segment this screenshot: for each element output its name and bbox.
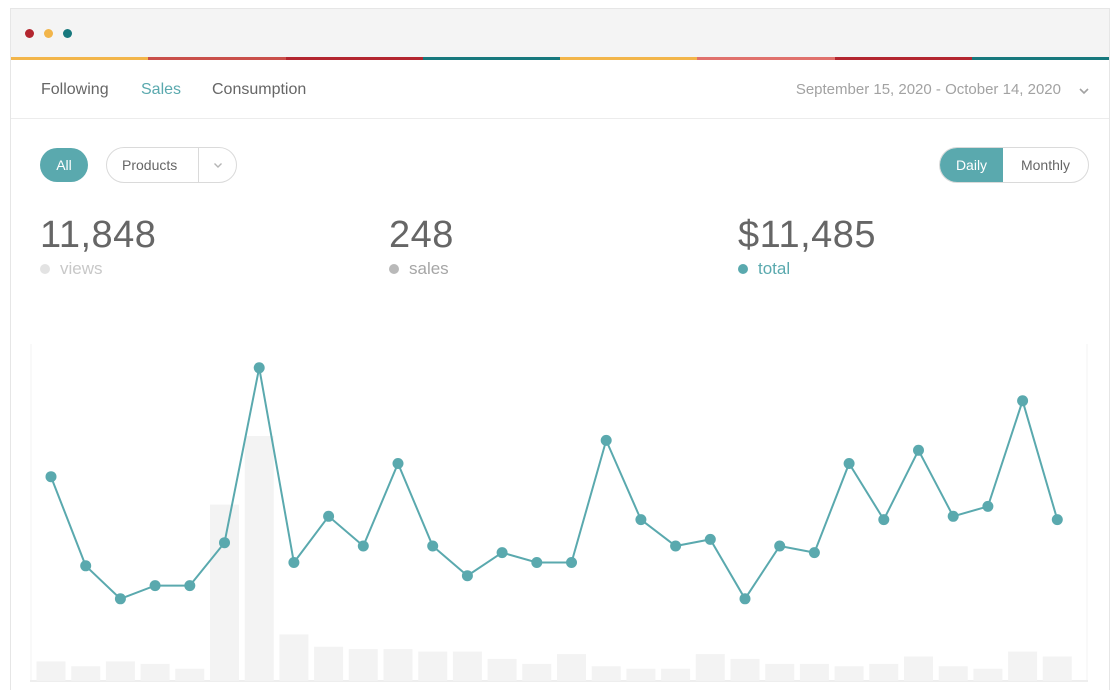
views-bar — [452, 651, 482, 681]
views-legend-dot — [40, 264, 50, 274]
data-point — [80, 560, 92, 572]
data-point — [739, 593, 751, 605]
views-bar — [36, 661, 66, 681]
tab-following[interactable]: Following — [41, 81, 109, 99]
data-point — [982, 500, 994, 512]
data-point — [461, 570, 473, 582]
date-range-picker[interactable]: September 15, 2020 - October 14, 2020 — [796, 81, 1061, 98]
data-point — [427, 540, 439, 552]
views-bar — [557, 654, 586, 681]
data-point — [392, 458, 404, 469]
total-line — [50, 367, 1059, 601]
views-bar — [904, 656, 933, 681]
total-value: $11,485 — [738, 214, 877, 256]
views-label: views — [60, 259, 103, 278]
data-point — [566, 557, 577, 568]
views-stat: 11,848 views — [40, 213, 156, 279]
sales-chart — [30, 344, 1088, 682]
views-bar — [244, 436, 274, 681]
chevron-down-icon — [213, 163, 222, 168]
data-point — [496, 547, 508, 559]
views-bar — [522, 663, 552, 681]
data-point — [288, 557, 300, 568]
views-bar — [695, 654, 725, 681]
data-point — [45, 471, 57, 483]
filter-bar: All Products Daily Monthly — [11, 119, 1109, 189]
data-point — [600, 434, 612, 446]
views-value: 11,848 — [40, 214, 157, 256]
views-bar — [765, 663, 795, 681]
views-bar — [210, 504, 239, 681]
all-filter-button[interactable]: All — [40, 148, 88, 182]
views-bar — [938, 666, 968, 681]
minimize-window-button[interactable] — [44, 29, 53, 38]
views-bar — [661, 668, 691, 681]
data-point — [808, 547, 820, 559]
tab-consumption[interactable]: Consumption — [212, 81, 306, 99]
chevron-down-icon[interactable] — [1077, 84, 1091, 98]
data-point — [774, 540, 786, 552]
views-bar — [279, 634, 309, 681]
maximize-window-button[interactable] — [63, 29, 72, 38]
views-bar — [418, 651, 448, 681]
tab-sales[interactable]: Sales — [141, 81, 181, 99]
views-bar — [140, 663, 170, 681]
close-window-button[interactable] — [25, 29, 34, 38]
views-bar — [626, 668, 656, 681]
data-point — [1017, 395, 1029, 407]
data-point — [357, 540, 369, 552]
views-bar — [71, 666, 101, 681]
views-bar — [348, 649, 378, 681]
data-point — [253, 362, 265, 374]
data-point — [114, 593, 126, 605]
data-point — [878, 514, 890, 526]
views-bar — [383, 649, 413, 681]
top-nav: Following Sales Consumption September 15… — [11, 60, 1109, 119]
sales-stat: 248 sales — [389, 213, 454, 279]
data-point — [1051, 514, 1063, 526]
data-point — [843, 458, 855, 469]
sales-legend-dot — [389, 264, 399, 274]
sales-value: 248 — [389, 214, 454, 256]
products-dropdown[interactable]: Products — [106, 147, 237, 183]
title-bar — [11, 9, 1109, 57]
data-point — [704, 533, 716, 545]
views-bar — [175, 668, 205, 681]
sales-label: sales — [409, 259, 449, 278]
data-point — [635, 514, 647, 526]
total-label: total — [758, 259, 791, 278]
period-toggle: Daily Monthly — [939, 147, 1089, 183]
data-point — [531, 557, 543, 568]
views-bar — [730, 658, 760, 681]
views-bar — [591, 666, 621, 681]
views-bar — [1008, 651, 1038, 681]
data-point — [913, 444, 924, 456]
total-legend-dot — [738, 264, 748, 274]
monthly-toggle-button[interactable]: Monthly — [1003, 148, 1088, 182]
data-point — [670, 540, 682, 552]
views-bar — [869, 663, 899, 681]
views-bar — [487, 658, 517, 681]
data-point — [323, 510, 335, 522]
views-bar — [834, 666, 864, 681]
data-point — [149, 580, 161, 592]
daily-toggle-button[interactable]: Daily — [940, 148, 1003, 182]
views-bar — [799, 663, 829, 681]
views-bar — [314, 646, 344, 681]
total-stat: $11,485 total — [738, 213, 876, 279]
products-dropdown-label: Products — [122, 157, 178, 173]
data-point — [947, 510, 959, 522]
data-point — [219, 537, 230, 549]
data-point — [184, 580, 196, 592]
views-bar — [973, 668, 1003, 681]
views-bar — [1042, 656, 1072, 681]
views-bar — [105, 661, 135, 681]
